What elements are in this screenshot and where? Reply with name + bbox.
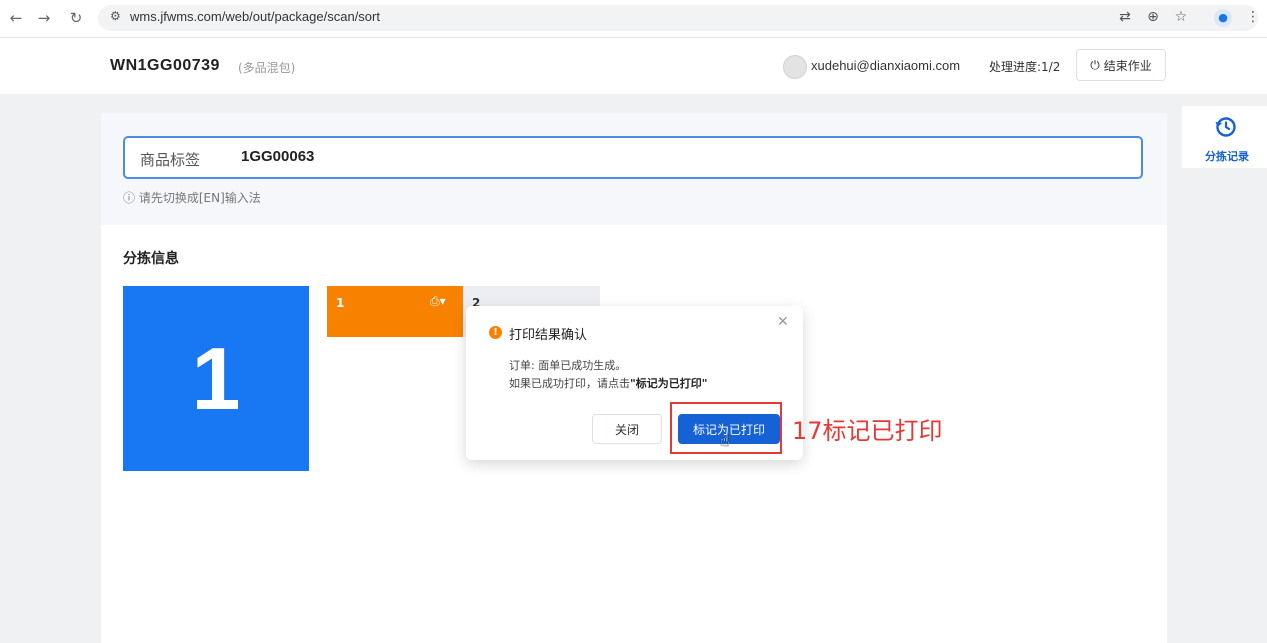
- annotation-text: 17标记已打印: [792, 417, 943, 445]
- power-icon: ⏻: [1090, 57, 1100, 72]
- close-button[interactable]: 关闭: [592, 414, 662, 444]
- user-email[interactable]: xudehui@dianxiaomi.com: [811, 58, 960, 73]
- back-icon[interactable]: ←: [6, 8, 26, 28]
- dialog-title: 打印结果确认: [509, 328, 588, 343]
- current-slot-card: 1: [123, 286, 309, 471]
- menu-kebab-icon[interactable]: ⋮: [1244, 9, 1262, 25]
- hint-text: 请先切换成[EN]输入法: [138, 191, 261, 205]
- forward-icon[interactable]: →: [34, 8, 54, 28]
- pointer-cursor-icon: ☝: [720, 431, 730, 450]
- close-icon[interactable]: ✕: [777, 314, 789, 330]
- wave-type: (多品混包): [238, 61, 296, 75]
- site-info-icon[interactable]: ⚙: [110, 9, 121, 23]
- dialog-message-line2: 如果已成功打印，请点击"标记为已打印": [509, 375, 707, 391]
- avatar[interactable]: [783, 55, 807, 79]
- dialog-message-line1: 订单: 面单已成功生成。: [509, 359, 627, 372]
- sort-history-label[interactable]: 分拣记录: [1205, 148, 1249, 164]
- bookmark-star-icon[interactable]: ☆: [1172, 9, 1190, 25]
- profile-icon[interactable]: ●: [1214, 9, 1232, 27]
- url-text[interactable]: wms.jfwms.com/web/out/package/scan/sort: [130, 9, 380, 24]
- printer-dropdown-icon[interactable]: ⎙▾: [430, 294, 446, 309]
- translate-icon[interactable]: ⇄: [1116, 9, 1134, 25]
- scan-field-label: 商品标签: [140, 151, 201, 169]
- scan-field-value[interactable]: 1GG00063: [241, 148, 314, 165]
- warning-icon: !: [489, 326, 502, 339]
- zoom-icon[interactable]: ⊕: [1144, 9, 1162, 25]
- message-emphasis: "标记为已打印": [630, 377, 708, 390]
- history-icon[interactable]: [1214, 115, 1238, 139]
- reload-icon[interactable]: ↻: [66, 8, 86, 28]
- message-prefix: 如果已成功打印，请点击: [509, 377, 630, 390]
- slot-number: 1: [336, 296, 345, 310]
- end-job-label: 结束作业: [1103, 58, 1152, 73]
- sorting-info-title: 分拣信息: [123, 251, 179, 267]
- info-icon: ⓘ: [123, 191, 136, 205]
- input-method-hint: ⓘ 请先切换成[EN]输入法: [123, 189, 261, 206]
- wave-number: WN1GG00739: [110, 57, 220, 74]
- progress-text: 处理进度:1/2: [989, 60, 1061, 74]
- end-job-button[interactable]: ⏻ 结束作业: [1076, 49, 1166, 81]
